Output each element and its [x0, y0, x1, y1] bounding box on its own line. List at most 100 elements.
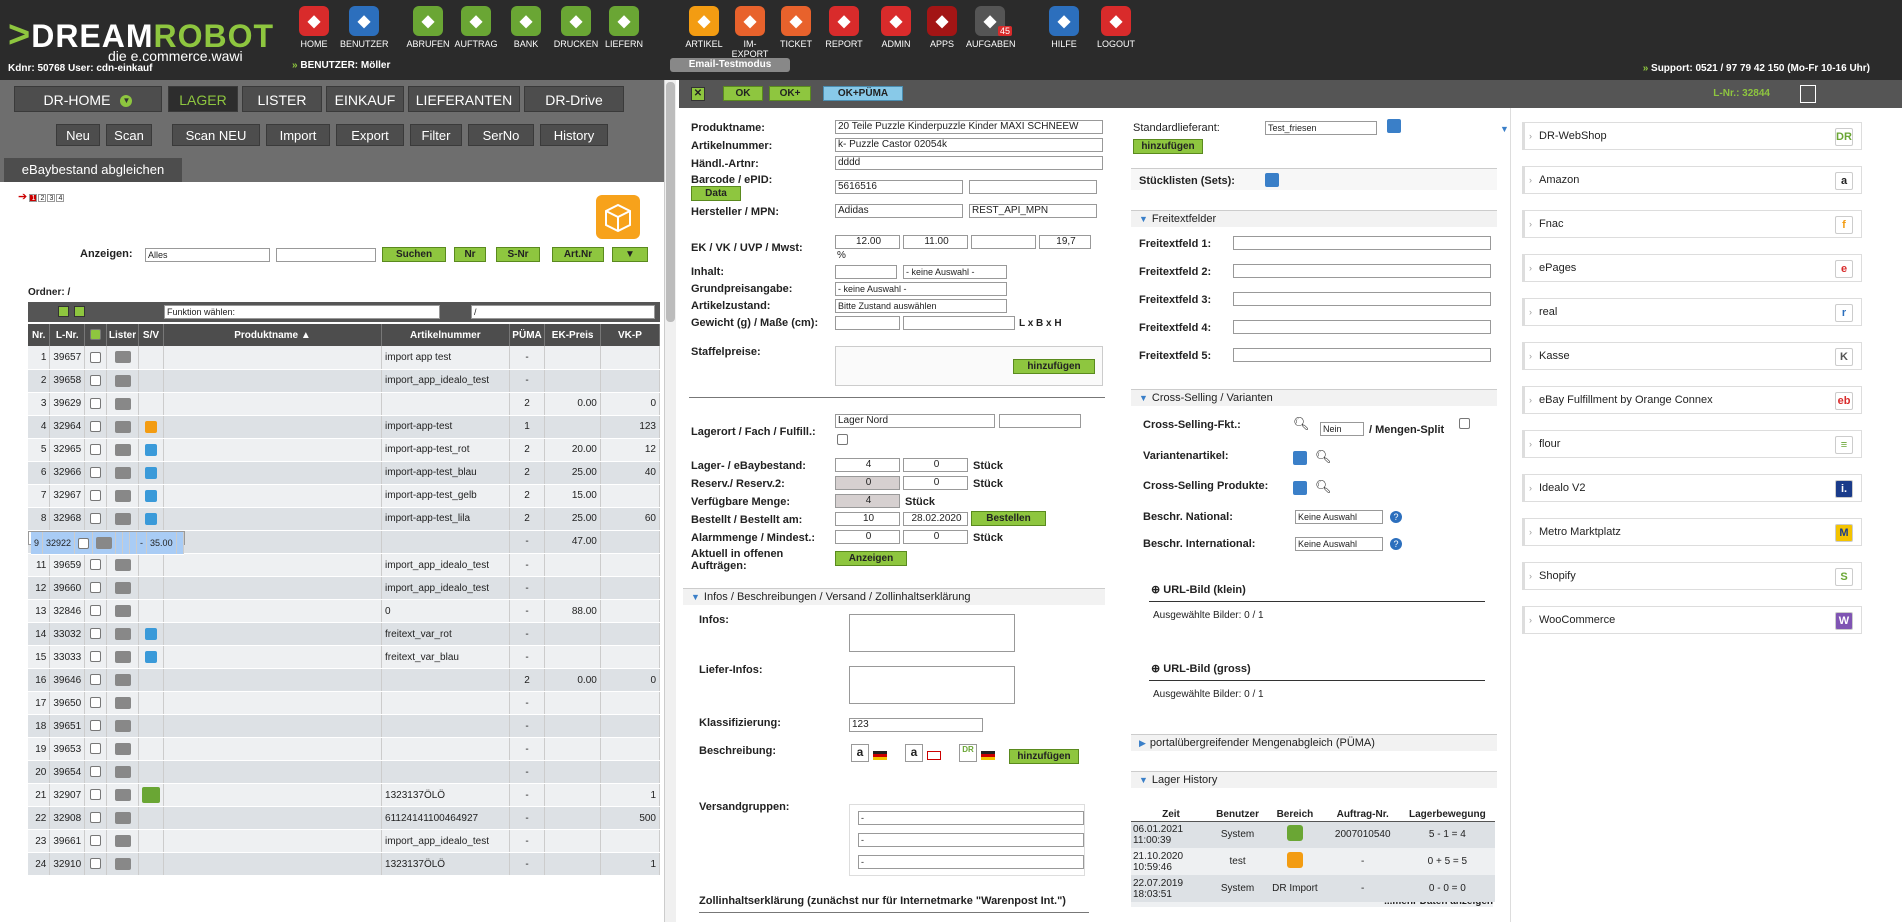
lager-history-section-header[interactable]: ▼ Lager History [1131, 771, 1497, 788]
subnav-neu[interactable]: Neu [56, 124, 100, 146]
data-button[interactable]: Data [691, 186, 741, 201]
subnav-scanneu[interactable]: Scan NEU [172, 124, 260, 146]
row-checkbox[interactable] [90, 743, 102, 755]
row-checkbox[interactable] [90, 812, 102, 824]
column-header[interactable]: VK-P [600, 324, 661, 346]
bestellt-am-input[interactable]: 28.02.2020 [903, 512, 968, 526]
versandgruppe-select[interactable]: - [858, 855, 1084, 869]
table-row[interactable]: 22 32908 61124141100464927- 500 [28, 806, 661, 830]
subnav-filter[interactable]: Filter [410, 124, 462, 146]
lister-icon[interactable] [114, 351, 131, 364]
inhalt-select[interactable]: - keine Auswahl - [903, 265, 1007, 279]
report-nav-button[interactable]: ◆ REPORT [820, 6, 868, 49]
lister-icon[interactable] [96, 537, 113, 550]
table-row[interactable]: 17 39650 - [28, 691, 661, 715]
lister-icon[interactable] [114, 466, 131, 479]
collapse-icon[interactable]: ▼ [1500, 124, 1509, 134]
channel-epages[interactable]: › ePages e [1522, 254, 1862, 282]
lister-icon[interactable] [114, 743, 131, 755]
table-row[interactable]: 11 39659 import_app_idealo_test - [28, 553, 661, 577]
staffelpreise-add-button[interactable]: hinzufügen [1013, 359, 1095, 374]
row-checkbox[interactable] [90, 512, 102, 524]
row-checkbox[interactable] [90, 443, 102, 455]
drucken-nav-button[interactable]: ◆ DRUCKEN [552, 6, 600, 49]
table-row[interactable]: 9 32922 -35.00 [28, 530, 185, 555]
channel-amazon[interactable]: › Amazon a [1522, 166, 1862, 194]
row-checkbox[interactable] [90, 789, 102, 801]
lister-icon[interactable] [114, 489, 131, 502]
lister-icon[interactable] [114, 651, 131, 663]
lister-icon[interactable] [114, 812, 131, 824]
lister-icon[interactable] [114, 697, 131, 709]
table-row[interactable]: 3 39629 2 0.00 0 [28, 392, 661, 416]
column-header[interactable]: Nr. [28, 324, 51, 346]
lister-icon[interactable] [114, 443, 131, 456]
tab-lieferanten[interactable]: LIEFERANTEN [408, 86, 520, 112]
logout-nav-button[interactable]: ◆ LOGOUT [1092, 6, 1140, 49]
anzeigen-button[interactable]: Anzeigen [835, 551, 907, 566]
table-row[interactable]: 2 39658 import_app_idealo_test - [28, 369, 661, 393]
check-all-icon[interactable] [58, 306, 69, 317]
masse-input[interactable] [903, 316, 1015, 330]
lister-icon[interactable] [114, 512, 131, 525]
page-link[interactable]: 3 [47, 194, 56, 202]
ebaybestand-input[interactable]: 0 [903, 458, 968, 472]
row-checkbox[interactable] [90, 835, 102, 847]
haendler-artnr-input[interactable]: dddd [835, 156, 1103, 170]
close-icon[interactable]: ✕ [691, 87, 705, 101]
row-checkbox[interactable] [90, 420, 102, 432]
table-row[interactable]: 7 32967 import-app-test_gelb 2 15.00 [28, 484, 661, 508]
auftrag-nav-button[interactable]: ◆ AUFTRAG [452, 6, 500, 49]
lister-icon[interactable] [114, 835, 131, 847]
mwst-input[interactable]: 19,7 [1039, 235, 1091, 249]
ticket-nav-button[interactable]: ◆ TICKET [772, 6, 820, 49]
lister-icon[interactable] [114, 766, 131, 778]
row-checkbox[interactable] [90, 374, 102, 386]
channel-woocommerce[interactable]: › WooCommerce W [1522, 606, 1862, 634]
uvp-input[interactable] [971, 235, 1036, 249]
column-header[interactable]: PÜMA [509, 324, 546, 346]
row-checkbox[interactable] [90, 582, 102, 594]
folder-select[interactable]: / [471, 305, 655, 319]
ok-plus-button[interactable]: OK+ [769, 86, 811, 101]
grundpreis-select[interactable]: - keine Auswahl - [835, 282, 1007, 296]
reserv2-input[interactable]: 0 [903, 476, 968, 490]
select-all-checkbox[interactable] [90, 329, 102, 341]
alarmmenge-input[interactable]: 0 [835, 530, 900, 544]
edit-icon[interactable] [1265, 173, 1279, 187]
help-icon[interactable]: ? [1390, 511, 1402, 523]
versandgruppe-select[interactable]: - [858, 811, 1084, 825]
home-nav-button[interactable]: ◆ HOME [290, 6, 338, 49]
freitextfelder-section-header[interactable]: ▼ Freitextfelder [1131, 210, 1497, 227]
channel-fnac[interactable]: › Fnac f [1522, 210, 1862, 238]
table-row[interactable]: 12 39660 import_app_idealo_test - [28, 576, 661, 600]
vk-input[interactable]: 11.00 [903, 235, 968, 249]
lister-icon[interactable] [114, 374, 131, 387]
lagerbestand-input[interactable]: 4 [835, 458, 900, 472]
chevron-down-icon[interactable]: ▼ [120, 95, 133, 108]
im-export-nav-button[interactable]: ◆ IM-EXPORT [726, 6, 774, 59]
table-row[interactable]: 16 39646 2 0.00 0 [28, 668, 661, 692]
page-link[interactable]: 4 [56, 194, 65, 202]
tab-einkauf[interactable]: EINKAUF [326, 86, 404, 112]
mindest-input[interactable]: 0 [903, 530, 968, 544]
amazon-icon[interactable]: a [905, 744, 923, 762]
lister-icon[interactable] [114, 720, 131, 732]
subnav-import[interactable]: Import [266, 124, 330, 146]
row-checkbox[interactable] [90, 559, 102, 571]
tab-drhome[interactable]: DR-HOME ▼ [14, 86, 162, 112]
column-header[interactable]: Artikelnummer [381, 324, 510, 346]
channel-metro[interactable]: › Metro Marktplatz M [1522, 518, 1862, 546]
infos-section-header[interactable]: ▼ Infos / Beschreibungen / Versand / Zoll… [683, 588, 1105, 605]
left-scrollbar[interactable] [664, 80, 676, 922]
freitextfeld-input[interactable] [1233, 236, 1491, 250]
arrow-right-icon[interactable]: ➔ [18, 191, 27, 203]
channel-real[interactable]: › real r [1522, 298, 1862, 326]
table-row[interactable]: 18 39651 - [28, 714, 661, 738]
channel-shopify[interactable]: › Shopify S [1522, 562, 1862, 590]
lister-icon[interactable] [114, 582, 131, 594]
row-checkbox[interactable] [90, 766, 102, 778]
table-row[interactable]: 1 39657 import app test - [28, 346, 661, 370]
hilfe-nav-button[interactable]: ◆ HILFE [1040, 6, 1088, 49]
search-icon[interactable]: 🔍︎ [1293, 416, 1310, 432]
